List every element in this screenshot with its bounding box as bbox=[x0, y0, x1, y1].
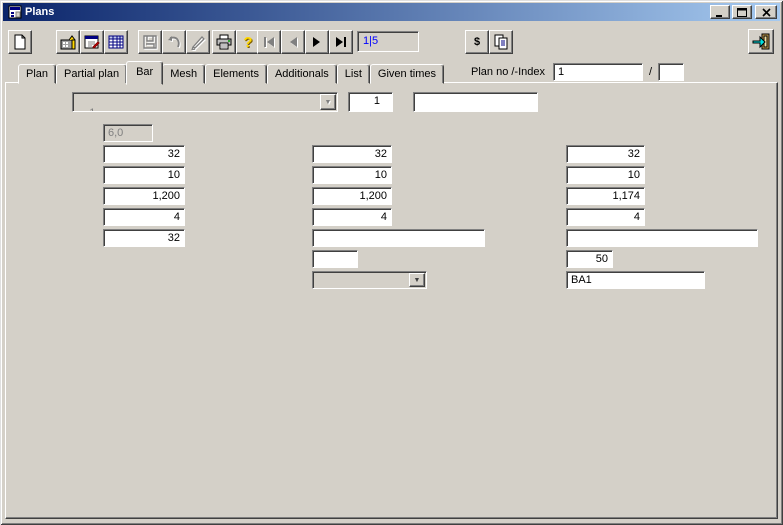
plan-index-field[interactable] bbox=[658, 63, 684, 81]
struct-count-field[interactable]: 1 bbox=[348, 92, 393, 112]
sale-field[interactable]: 10 bbox=[312, 166, 392, 184]
app-icon bbox=[8, 5, 22, 19]
length-sale-field[interactable]: 1,200 bbox=[312, 187, 392, 205]
tab-partial-plan[interactable]: Partial plan bbox=[56, 64, 127, 84]
length-prod-field[interactable]: 1,174 bbox=[566, 187, 645, 205]
steel-no-sale-field[interactable]: 4 bbox=[312, 208, 392, 226]
close-button[interactable] bbox=[755, 5, 777, 19]
maximize-button[interactable] bbox=[732, 5, 752, 19]
last-record-icon bbox=[335, 37, 347, 47]
minimize-icon bbox=[715, 8, 725, 17]
struct-dropdown-value: 1 - --- bbox=[89, 107, 146, 112]
help-icon: ? bbox=[243, 34, 252, 51]
struct-extra-field[interactable] bbox=[413, 92, 538, 112]
form-edit-icon bbox=[84, 34, 100, 50]
piece-plan-field[interactable]: 32 bbox=[103, 145, 185, 163]
title-bar: Plans bbox=[3, 3, 780, 21]
exit-button[interactable] bbox=[748, 29, 774, 54]
save-icon bbox=[142, 34, 158, 50]
cancel-edit-button[interactable] bbox=[186, 30, 210, 54]
given-prod-line-field[interactable]: ▼ bbox=[312, 271, 427, 289]
printer-icon bbox=[216, 34, 232, 50]
app-window: Plans bbox=[0, 0, 783, 525]
copy-button[interactable] bbox=[489, 30, 513, 54]
tab-bar[interactable]: Bar bbox=[126, 61, 163, 85]
position-field[interactable]: 6,0 bbox=[103, 124, 153, 142]
first-record-icon bbox=[263, 37, 275, 47]
struct-dropdown[interactable]: 1 - --- ▼ bbox=[72, 92, 338, 112]
maximize-icon bbox=[737, 8, 747, 17]
print-button[interactable] bbox=[212, 30, 236, 54]
chevron-down-icon[interactable]: ▼ bbox=[320, 94, 336, 110]
tab-plan[interactable]: Plan bbox=[18, 64, 56, 84]
bending-form-field[interactable]: 32 bbox=[103, 229, 185, 247]
tab-given-times[interactable]: Given times bbox=[370, 64, 444, 84]
instruction-sale-field[interactable] bbox=[312, 229, 485, 247]
table-grid-icon bbox=[108, 34, 124, 50]
new-document-button[interactable] bbox=[8, 30, 32, 54]
choice-bending-roll-field[interactable]: 50 bbox=[566, 250, 613, 268]
plan-overview-button[interactable] bbox=[56, 30, 80, 54]
piece-prod-field[interactable]: 32 bbox=[566, 145, 645, 163]
currency-button[interactable]: $ bbox=[465, 30, 489, 54]
length-plan-field[interactable]: 1,200 bbox=[103, 187, 185, 205]
tab-list[interactable]: List bbox=[337, 64, 370, 84]
exit-door-icon bbox=[752, 33, 770, 50]
plan-no-field[interactable]: 1 bbox=[553, 63, 643, 81]
pencil-slash-icon bbox=[190, 34, 206, 50]
dollar-icon: $ bbox=[474, 36, 480, 48]
undo-icon bbox=[166, 34, 182, 50]
save-button[interactable] bbox=[138, 30, 162, 54]
tab-additionals[interactable]: Additionals bbox=[267, 64, 337, 84]
copy-icon bbox=[493, 34, 509, 50]
tab-mesh[interactable]: Mesh bbox=[162, 64, 205, 84]
given-bending-roll-field[interactable] bbox=[312, 250, 358, 268]
instruction-field[interactable] bbox=[566, 229, 758, 247]
previous-record-icon bbox=[287, 37, 299, 47]
window-title: Plans bbox=[25, 6, 54, 18]
prod-field[interactable]: 10 bbox=[566, 166, 645, 184]
plan-field[interactable]: 10 bbox=[103, 166, 185, 184]
undo-button[interactable] bbox=[162, 30, 186, 54]
record-indicator-field[interactable]: 1|5 bbox=[357, 31, 419, 52]
last-record-button[interactable] bbox=[329, 30, 353, 54]
tab-elements[interactable]: Elements bbox=[205, 64, 267, 84]
new-document-icon bbox=[12, 34, 28, 50]
close-icon bbox=[762, 8, 771, 17]
next-record-icon bbox=[311, 37, 323, 47]
building-plan-icon bbox=[60, 34, 76, 50]
steel-no-prod-field[interactable]: 4 bbox=[566, 208, 645, 226]
chevron-down-icon[interactable]: ▼ bbox=[409, 273, 425, 287]
tab-strip: PlanPartial planBarMeshElementsAdditiona… bbox=[18, 60, 444, 84]
steel-number-field[interactable]: 4 bbox=[103, 208, 185, 226]
previous-record-button[interactable] bbox=[281, 30, 305, 54]
piece-sale-field[interactable]: 32 bbox=[312, 145, 392, 163]
table-view-button[interactable] bbox=[104, 30, 128, 54]
next-record-button[interactable] bbox=[305, 30, 329, 54]
minimize-button[interactable] bbox=[710, 5, 730, 19]
first-record-button[interactable] bbox=[257, 30, 281, 54]
plan-index-separator: / bbox=[649, 66, 652, 78]
selection-of-production-field[interactable]: BA1 bbox=[566, 271, 705, 289]
form-edit-button[interactable] bbox=[80, 30, 104, 54]
